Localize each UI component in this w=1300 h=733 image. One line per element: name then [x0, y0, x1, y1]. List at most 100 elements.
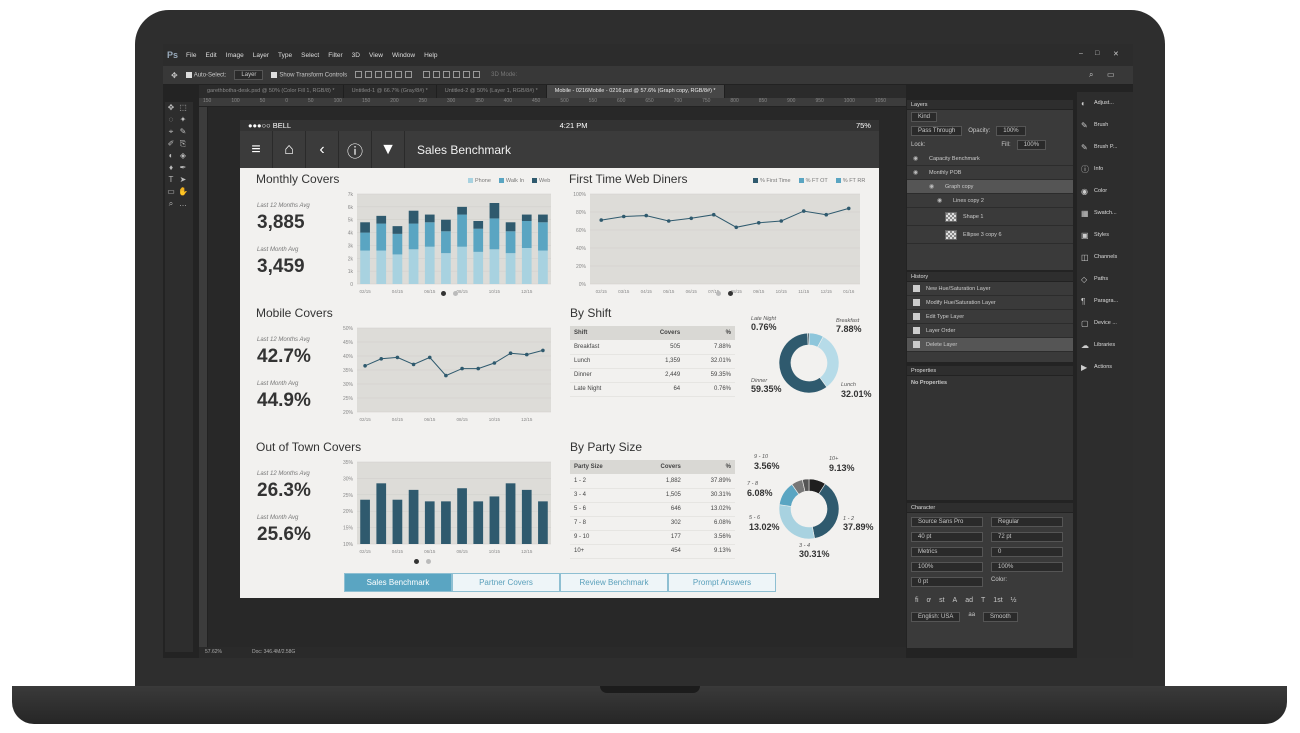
dock-item[interactable]: ◐ Adjust...	[1077, 92, 1133, 114]
font-size-input[interactable]: 40 pt	[911, 532, 983, 542]
tool-icon[interactable]: ▭	[165, 186, 177, 198]
menu-file[interactable]: File	[186, 52, 196, 59]
dock-item[interactable]: ◫ Channels	[1077, 246, 1133, 268]
tool-icon[interactable]: ✒	[177, 162, 189, 174]
visibility-icon[interactable]: ◉	[913, 169, 921, 176]
history-item[interactable]: Edit Type Layer	[907, 310, 1073, 324]
tool-icon[interactable]: T	[165, 174, 177, 186]
tool-icon[interactable]: ✎	[177, 126, 189, 138]
pager-dot[interactable]	[716, 291, 721, 296]
move-tool-icon[interactable]: ✥	[171, 71, 178, 80]
history-item[interactable]: Modify Hue/Saturation Layer	[907, 296, 1073, 310]
menu-type[interactable]: Type	[278, 52, 292, 59]
workspace-icon[interactable]: ▭	[1107, 70, 1115, 79]
tab-document-3[interactable]: Untitled-2 @ 50% (Layer 1, RGB/8#) *	[437, 85, 547, 98]
tool-icon[interactable]: ➤	[177, 174, 189, 186]
glyph-button[interactable]: fi	[915, 597, 919, 604]
fill-input[interactable]: 100%	[1016, 140, 1047, 150]
font-style-select[interactable]: Regular	[991, 517, 1063, 527]
tool-icon[interactable]: ✥	[165, 102, 177, 114]
close-window-button[interactable]: ✕	[1113, 50, 1119, 58]
tool-icon[interactable]: ⬚	[177, 102, 189, 114]
tool-icon[interactable]: ✦	[177, 114, 189, 126]
menu-edit[interactable]: Edit	[206, 52, 217, 59]
opacity-input[interactable]: 100%	[996, 126, 1026, 136]
menu-view[interactable]: View	[369, 52, 383, 59]
menu-image[interactable]: Image	[226, 52, 244, 59]
menu-window[interactable]: Window	[392, 52, 415, 59]
tool-icon[interactable]: ✐	[165, 138, 177, 150]
menu-layer[interactable]: Layer	[253, 52, 269, 59]
tool-icon[interactable]: ✋	[177, 186, 189, 198]
tool-icon[interactable]: ◐	[165, 150, 177, 162]
menu-help[interactable]: Help	[424, 52, 437, 59]
layer-row[interactable]: Shape 1	[907, 208, 1073, 226]
glyph-button[interactable]: st	[939, 597, 944, 604]
history-item-active[interactable]: Delete Layer	[907, 338, 1073, 352]
maximize-button[interactable]: □	[1095, 50, 1099, 57]
tracking-input[interactable]: 0	[991, 547, 1063, 557]
back-chevron-icon[interactable]: ‹	[306, 131, 339, 168]
menu-3d[interactable]: 3D	[352, 52, 360, 59]
tab-document-2[interactable]: Untitled-1 @ 66.7% (Gray/8#) *	[344, 85, 437, 98]
hamburger-menu-icon[interactable]: ≡	[240, 131, 273, 168]
kind-filter[interactable]: Kind	[911, 112, 938, 122]
tool-icon[interactable]: ⎘	[177, 138, 189, 150]
pager-dot[interactable]	[728, 291, 733, 296]
kerning-input[interactable]: Metrics	[911, 547, 983, 557]
layer-row[interactable]: Ellipse 3 copy 6	[907, 226, 1073, 244]
leading-input[interactable]: 72 pt	[991, 532, 1063, 542]
visibility-icon[interactable]: ◉	[929, 183, 937, 190]
filter-icon[interactable]: ▼	[372, 131, 405, 168]
tool-icon[interactable]: ◌	[165, 114, 177, 126]
visibility-icon[interactable]: ◉	[937, 197, 945, 204]
search-icon[interactable]: ⌕	[1089, 70, 1093, 80]
tab-document-1[interactable]: garethbotha-desk.psd @ 50% (Color Fill 1…	[199, 85, 344, 98]
transform-checkbox[interactable]: Show Transform Controls	[271, 71, 347, 78]
dock-item[interactable]: ◇ Paths	[1077, 268, 1133, 290]
pager-dot[interactable]	[453, 291, 458, 296]
pager-dot[interactable]	[414, 559, 419, 564]
dock-item[interactable]: ☁ Libraries	[1077, 334, 1133, 356]
vertical-scale-input[interactable]: 100%	[911, 562, 983, 572]
tool-icon[interactable]: ♦	[165, 162, 177, 174]
tab-document-active[interactable]: Mobile - 0216Mobile - 0216.psd @ 57.6% (…	[546, 85, 725, 98]
glyph-button[interactable]: ơ	[927, 597, 932, 604]
info-icon[interactable]: ⓘ	[339, 131, 372, 168]
minimize-button[interactable]: –	[1079, 50, 1083, 57]
auto-select-checkbox[interactable]: Auto-Select:	[185, 71, 226, 78]
layer-row-selected[interactable]: ◉ Graph copy	[907, 180, 1073, 194]
history-item[interactable]: Layer Order	[907, 324, 1073, 338]
layer-row[interactable]: ◉ Monthly POB	[907, 166, 1073, 180]
tool-icon[interactable]: ⌖	[165, 126, 177, 138]
glyph-button[interactable]: T	[981, 597, 985, 604]
tool-icon[interactable]: ◈	[177, 150, 189, 162]
pager-dot[interactable]	[426, 559, 431, 564]
blend-mode-select[interactable]: Pass Through	[911, 126, 963, 136]
layer-select[interactable]: Layer	[234, 70, 264, 80]
pager-dot[interactable]	[441, 291, 446, 296]
tool-icon[interactable]: ⌕	[165, 198, 177, 210]
font-family-select[interactable]: Source Sans Pro	[911, 517, 983, 527]
tab-sales-benchmark[interactable]: Sales Benchmark	[344, 573, 452, 592]
glyph-button[interactable]: 1st	[993, 597, 1002, 604]
dock-item[interactable]: ▢ Device ...	[1077, 312, 1133, 334]
menu-filter[interactable]: Filter	[328, 52, 342, 59]
distribute-icons[interactable]	[423, 70, 483, 80]
home-icon[interactable]: ⌂	[273, 131, 306, 168]
dock-item[interactable]: ▦ Swatch...	[1077, 202, 1133, 224]
glyph-button[interactable]: A	[953, 597, 958, 604]
visibility-icon[interactable]: ◉	[913, 155, 921, 162]
align-icons[interactable]	[355, 70, 415, 80]
dock-item[interactable]: ✎ Brush	[1077, 114, 1133, 136]
tab-prompt-answers[interactable]: Prompt Answers	[668, 573, 776, 592]
glyph-button[interactable]: ad	[965, 597, 973, 604]
baseline-input[interactable]: 0 pt	[911, 577, 983, 587]
dock-item[interactable]: ⓘ Info	[1077, 158, 1133, 180]
tab-partner-covers[interactable]: Partner Covers	[452, 573, 560, 592]
layer-row[interactable]: ◉ Lines copy 2	[907, 194, 1073, 208]
tool-icon[interactable]: …	[177, 198, 189, 210]
glyph-button[interactable]: ½	[1011, 597, 1017, 604]
zoom-level[interactable]: 57.62%	[205, 649, 222, 656]
tab-review-benchmark[interactable]: Review Benchmark	[560, 573, 668, 592]
